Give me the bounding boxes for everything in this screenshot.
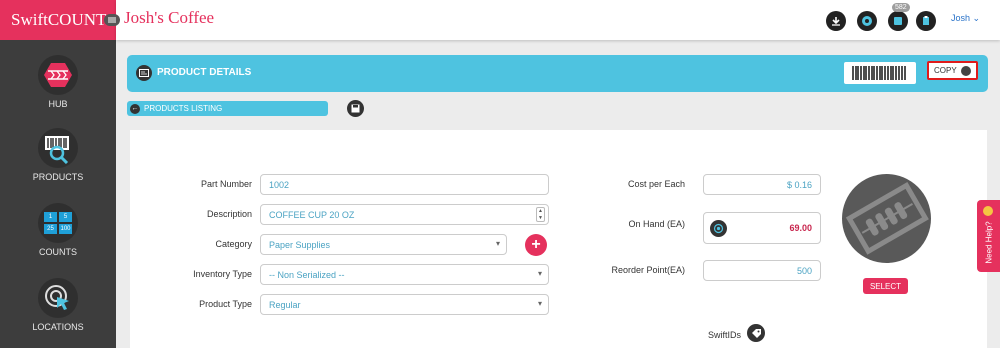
brand-name: SwiftCOUNT [11,10,107,29]
sidebar-item-label: HUB [48,99,68,109]
product-details-icon [136,65,152,81]
on-hand-value: 69.00 [789,223,812,233]
product-type-label: Product Type [199,299,252,309]
category-label: Category [215,239,252,249]
product-type-select[interactable]: Regular [260,294,549,315]
reorder-field[interactable]: 500 [703,260,821,281]
inventory-type-label: Inventory Type [193,269,252,279]
user-name: Josh [951,13,971,23]
brand-logo[interactable]: SwiftCOUNT [0,0,116,40]
clipboard-icon[interactable] [916,11,936,31]
sidebar-toggle-icon[interactable] [104,14,120,26]
sidebar: SwiftCOUNT HUB PRODUCTS 1 5 25 100 COUNT… [0,0,116,348]
copy-label: COPY [934,66,957,75]
description-value: COFFEE CUP 20 OZ [269,209,355,220]
counts-grid-icon: 1 5 25 100 [38,203,78,243]
copy-button[interactable]: COPY [927,61,978,80]
product-details-header: PRODUCT DETAILS COPY [127,55,988,92]
part-number-label: Part Number [200,179,252,189]
location-target-icon [38,278,78,318]
sidebar-item-counts[interactable]: 1 5 25 100 COUNTS [0,203,116,257]
need-help-label: Need Help? [984,221,994,264]
barcode-search-icon [38,128,78,168]
add-category-button[interactable]: + [525,234,547,256]
barcode-button[interactable] [844,62,916,84]
download-icon[interactable] [826,11,846,31]
category-select[interactable]: Paper Supplies [260,234,507,255]
sidebar-item-label: PRODUCTS [32,172,84,182]
select-image-button[interactable]: SELECT [863,278,908,294]
settings-icon[interactable] [857,11,877,31]
notification-badge: 582 [892,3,910,12]
page-title: PRODUCT DETAILS [157,67,252,78]
inventory-type-select[interactable]: -- Non Serialized -- [260,264,549,285]
tag-icon[interactable] [747,324,765,342]
top-bar: Josh's Coffee 582 Josh ⌄ [116,0,1000,40]
description-field[interactable]: COFFEE CUP 20 OZ ▲ ▼ [260,204,549,225]
swiftids-label: SwiftIDs [708,330,742,340]
notifications-icon[interactable] [888,11,908,31]
count-sync-icon [710,220,727,237]
product-image [842,174,931,263]
product-form-card: Part Number 1002 Description COFFEE CUP … [130,130,987,348]
hub-icon [38,55,78,95]
select-label: SELECT [869,281,902,291]
chevron-down-icon: ⌄ [972,13,981,23]
products-listing-label: PRODUCTS LISTING [144,104,223,113]
count-digit: 5 [59,212,72,222]
sidebar-item-label: COUNTS [39,247,77,257]
user-menu[interactable]: Josh ⌄ [951,13,980,24]
count-digit: 100 [59,224,72,234]
description-label: Description [206,209,252,219]
sidebar-item-locations[interactable]: LOCATIONS [0,278,116,332]
cost-field[interactable]: $ 0.16 [703,174,821,195]
on-hand-field[interactable]: 69.00 [703,212,821,244]
back-arrow-icon: ← [130,103,140,114]
copy-icon [960,65,971,76]
store-name[interactable]: Josh's Coffee [124,8,214,28]
count-digit: 25 [44,224,57,234]
need-help-tab[interactable]: Need Help? [977,200,1000,272]
product-placeholder-icon [845,181,929,255]
cost-label: Cost per Each [627,179,685,189]
sidebar-item-hub[interactable]: HUB [0,55,116,109]
products-listing-button[interactable]: ← PRODUCTS LISTING [127,101,328,116]
part-number-field[interactable]: 1002 [260,174,549,195]
count-digit: 1 [44,212,57,222]
on-hand-label: On Hand (EA) [628,219,685,229]
sidebar-item-label: LOCATIONS [32,322,84,332]
reorder-label: Reorder Point(EA) [611,265,685,275]
spinner-icon: ▲ ▼ [536,207,545,222]
help-icon [983,206,993,216]
sidebar-item-products[interactable]: PRODUCTS [0,128,116,182]
save-icon[interactable] [347,100,364,117]
